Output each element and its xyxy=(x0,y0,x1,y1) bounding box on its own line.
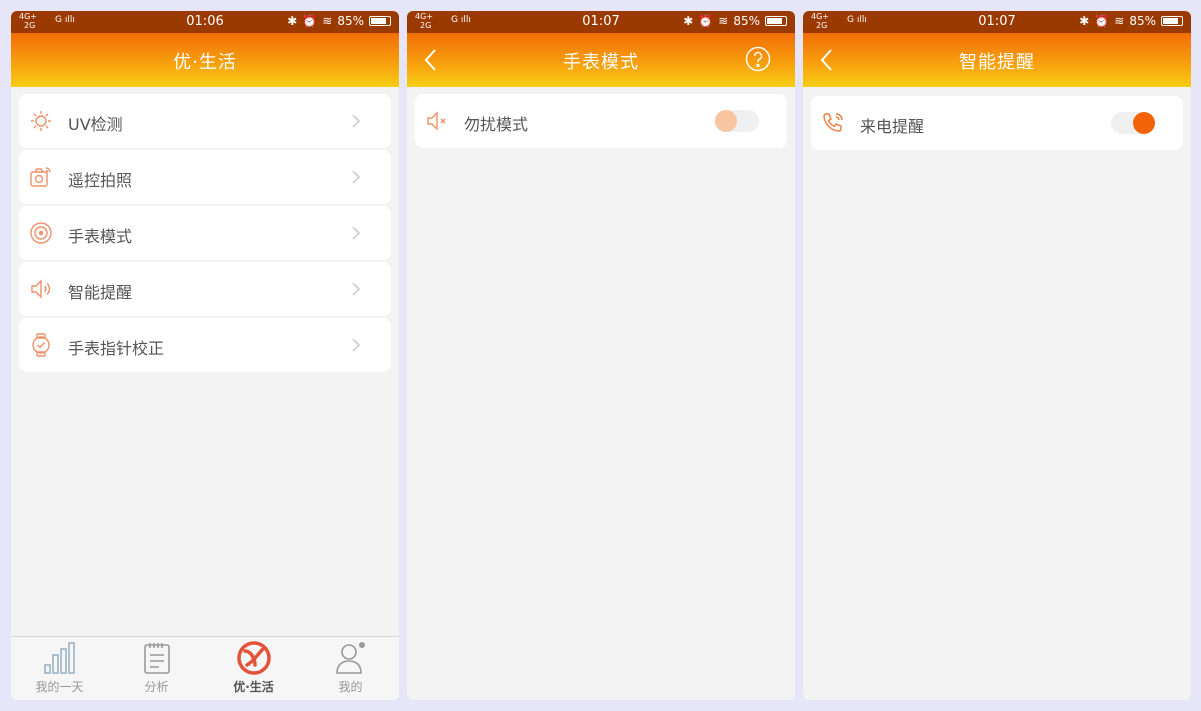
chevron-right-icon xyxy=(352,282,361,296)
chevron-right-icon xyxy=(352,338,361,352)
menu-item-watch-mode[interactable]: 手表模式 xyxy=(19,206,391,260)
page-title: 智能提醒 xyxy=(959,52,1035,73)
camera-icon xyxy=(30,167,51,187)
page-title: 优·生活 xyxy=(173,52,237,73)
nav-bar: 优·生活 xyxy=(11,33,399,87)
setting-incoming-call-reminder: 来电提醒 xyxy=(811,96,1183,150)
status-bar: 4G+ 2G G ıllı 01:07 ✱ ⏰ ≋ 85% xyxy=(803,11,1191,33)
chevron-right-icon xyxy=(352,114,361,128)
phone-ring-icon xyxy=(823,113,843,132)
menu-item-label: UV检测 xyxy=(68,115,123,134)
tab-me[interactable]: 我的 xyxy=(302,637,399,700)
sun-icon xyxy=(31,111,51,131)
wifi-icon: ≋ xyxy=(322,14,333,28)
phone-screen-watch-mode: 4G+ 2G G ıllı 01:07 ✱ ⏰ ≋ 85% 手表模式 勿扰模式 xyxy=(407,11,795,700)
battery-icon xyxy=(765,16,787,26)
incoming-call-toggle[interactable] xyxy=(1111,112,1155,134)
menu-item-smart-reminder[interactable]: 智能提醒 xyxy=(19,262,391,316)
bluetooth-icon: ✱ xyxy=(1079,14,1090,28)
menu-item-label: 遥控拍照 xyxy=(68,171,133,190)
tab-label: 我的一天 xyxy=(35,680,84,694)
notepad-icon xyxy=(143,643,170,674)
menu-item-remote-photo[interactable]: 遥控拍照 xyxy=(19,150,391,204)
tab-you-life[interactable]: 优·生活 xyxy=(205,637,302,700)
battery-percent: 85% xyxy=(1129,14,1156,28)
tab-label: 分析 xyxy=(144,680,169,694)
page-title: 手表模式 xyxy=(563,52,639,73)
tab-my-day[interactable]: 我的一天 xyxy=(11,637,108,700)
toggle-knob xyxy=(715,110,737,132)
watch-icon xyxy=(32,333,50,357)
speaker-icon xyxy=(31,279,51,299)
menu-item-label: 手表模式 xyxy=(68,227,133,246)
status-icons: ✱ ⏰ ≋ 85% xyxy=(287,14,391,28)
bluetooth-icon: ✱ xyxy=(287,14,298,28)
battery-percent: 85% xyxy=(733,14,760,28)
menu-item-uv[interactable]: UV检测 xyxy=(19,94,391,148)
menu-item-label: 智能提醒 xyxy=(68,283,133,302)
status-bar: 4G+ 2G G ıllı 01:06 ✱ ⏰ ≋ 85% xyxy=(11,11,399,33)
status-icons: ✱ ⏰ ≋ 85% xyxy=(683,14,787,28)
do-not-disturb-toggle[interactable] xyxy=(715,110,759,132)
status-bar: 4G+ 2G G ıllı 01:07 ✱ ⏰ ≋ 85% xyxy=(407,11,795,33)
tab-analysis[interactable]: 分析 xyxy=(108,637,205,700)
toggle-knob xyxy=(1133,112,1155,134)
menu-item-watch-hand-calibration[interactable]: 手表指针校正 xyxy=(19,318,391,372)
wifi-icon: ≋ xyxy=(1114,14,1125,28)
mute-speaker-icon xyxy=(427,111,446,131)
battery-icon xyxy=(1161,16,1183,26)
help-icon[interactable] xyxy=(745,46,771,72)
person-icon xyxy=(335,642,365,674)
brand-logo-icon xyxy=(236,641,271,675)
setting-label: 来电提醒 xyxy=(860,117,925,136)
battery-icon xyxy=(369,16,391,26)
wifi-icon: ≋ xyxy=(718,14,729,28)
tab-label: 优·生活 xyxy=(233,680,274,694)
bar-chart-icon xyxy=(43,642,75,674)
watch-mode-icon xyxy=(30,222,52,244)
alarm-icon: ⏰ xyxy=(698,14,714,28)
nav-bar: 智能提醒 xyxy=(803,33,1191,87)
battery-percent: 85% xyxy=(337,14,364,28)
tab-label: 我的 xyxy=(338,680,363,694)
setting-do-not-disturb: 勿扰模式 xyxy=(415,94,787,148)
phone-screen-you-life: 4G+ 2G G ıllı 01:06 ✱ ⏰ ≋ 85% 优·生活 UV检测 xyxy=(11,11,399,700)
bottom-tab-bar: 我的一天 分析 优·生活 我的 xyxy=(11,636,399,700)
alarm-icon: ⏰ xyxy=(302,14,318,28)
setting-label: 勿扰模式 xyxy=(464,115,529,134)
status-icons: ✱ ⏰ ≋ 85% xyxy=(1079,14,1183,28)
alarm-icon: ⏰ xyxy=(1094,14,1110,28)
phone-screen-smart-reminder: 4G+ 2G G ıllı 01:07 ✱ ⏰ ≋ 85% 智能提醒 来电提醒 xyxy=(803,11,1191,700)
chevron-right-icon xyxy=(352,170,361,184)
chevron-right-icon xyxy=(352,226,361,240)
bluetooth-icon: ✱ xyxy=(683,14,694,28)
nav-bar: 手表模式 xyxy=(407,33,795,87)
menu-item-label: 手表指针校正 xyxy=(68,339,165,358)
